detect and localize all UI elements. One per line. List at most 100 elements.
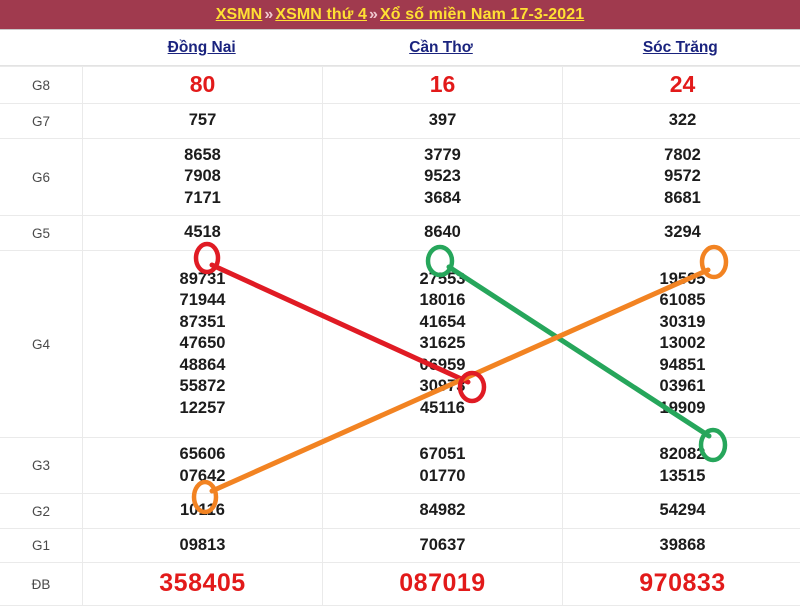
prize-label-g7: G7 (0, 104, 83, 139)
lottery-number: 07642 (83, 466, 322, 488)
lottery-results-page: XSMN»XSMN thứ 4»Xổ số miền Nam 17-3-2021… (0, 0, 800, 590)
prize-value-g2-soc-trang: 54294 (563, 494, 800, 529)
prize-value-g3-dong-nai: 65606 07642 (83, 438, 323, 494)
lottery-results-table: G8 80 16 24 G7 (0, 66, 800, 606)
prize-value-g1-dong-nai: 09813 (83, 529, 323, 563)
lottery-number: 322 (563, 110, 800, 132)
lottery-number: 24 (563, 74, 800, 96)
prize-label-db: ĐB (0, 563, 83, 606)
lottery-number: 01770 (323, 466, 562, 488)
lottery-number: 7802 (563, 145, 800, 167)
lottery-number: 087019 (323, 573, 562, 595)
prize-value-db-soc-trang: 970833 (563, 563, 800, 606)
table-row: G6 8658 7908 7171 3779 9523 3684 (0, 139, 800, 216)
prize-value-g6-can-tho: 3779 9523 3684 (323, 139, 563, 216)
title-separator-1: » (262, 6, 275, 23)
prize-value-g5-dong-nai: 4518 (83, 216, 323, 251)
lottery-number: 970833 (563, 573, 800, 595)
prize-label-g2: G2 (0, 494, 83, 529)
prize-label-g4: G4 (0, 251, 83, 438)
lottery-number: 7908 (83, 166, 322, 188)
lottery-number: 06959 (323, 355, 562, 377)
page-title-bar: XSMN»XSMN thứ 4»Xổ số miền Nam 17-3-2021 (0, 0, 800, 30)
number-stack: 757 (83, 110, 322, 132)
number-stack: 54294 (563, 500, 800, 522)
lottery-number: 397 (323, 110, 562, 132)
lottery-number: 65606 (83, 444, 322, 466)
prize-value-g8-soc-trang: 24 (563, 67, 800, 104)
lottery-number: 39868 (563, 535, 800, 557)
lottery-number: 84982 (323, 500, 562, 522)
lottery-number: 16 (323, 74, 562, 96)
lottery-number: 13002 (563, 333, 800, 355)
prize-value-g7-dong-nai: 757 (83, 104, 323, 139)
prize-value-g5-soc-trang: 3294 (563, 216, 800, 251)
lottery-number: 8658 (83, 145, 322, 167)
prize-label-g3: G3 (0, 438, 83, 494)
title-link-xsmn-thu-4[interactable]: XSMN thứ 4 (275, 6, 367, 23)
province-link-dong-nai[interactable]: Đồng Nai (82, 39, 321, 57)
number-stack: 397 (323, 110, 562, 132)
number-stack: 09813 (83, 535, 322, 557)
table-row: G1 09813 70637 39868 (0, 529, 800, 563)
lottery-number: 80 (83, 74, 322, 96)
prize-label-g1: G1 (0, 529, 83, 563)
lottery-number: 13515 (563, 466, 800, 488)
prize-value-g6-dong-nai: 8658 7908 7171 (83, 139, 323, 216)
province-link-soc-trang[interactable]: Sóc Trăng (561, 39, 800, 57)
title-link-xsmn[interactable]: XSMN (216, 6, 263, 23)
lottery-number: 7171 (83, 188, 322, 210)
lottery-number: 3779 (323, 145, 562, 167)
lottery-number: 70637 (323, 535, 562, 557)
number-stack: 67051 01770 (323, 444, 562, 487)
lottery-number: 67051 (323, 444, 562, 466)
lottery-number: 47650 (83, 333, 322, 355)
lottery-number: 358405 (83, 573, 322, 595)
lottery-number: 03961 (563, 376, 800, 398)
prize-value-g5-can-tho: 8640 (323, 216, 563, 251)
lottery-number: 12257 (83, 398, 322, 420)
prize-value-g7-can-tho: 397 (323, 104, 563, 139)
lottery-number: 41654 (323, 312, 562, 334)
number-stack: 80 (83, 74, 322, 96)
title-separator-2: » (367, 6, 380, 23)
page-title: XSMN»XSMN thứ 4»Xổ số miền Nam 17-3-2021 (216, 6, 585, 24)
number-stack: 27553 18016 41654 31625 06959 30973 4511… (323, 269, 562, 420)
prize-value-g4-soc-trang: 19595 61085 30319 13002 94851 03961 1990… (563, 251, 800, 438)
prize-value-g1-can-tho: 70637 (323, 529, 563, 563)
prize-value-g4-can-tho: 27553 18016 41654 31625 06959 30973 4511… (323, 251, 563, 438)
number-stack: 3294 (563, 222, 800, 244)
lottery-number: 45116 (323, 398, 562, 420)
number-stack: 39868 (563, 535, 800, 557)
lottery-number: 09813 (83, 535, 322, 557)
title-link-xo-so-mien-nam-date[interactable]: Xổ số miền Nam 17-3-2021 (380, 6, 584, 23)
number-stack: 24 (563, 74, 800, 96)
prize-value-db-can-tho: 087019 (323, 563, 563, 606)
prize-label-g6: G6 (0, 139, 83, 216)
lottery-number: 4518 (83, 222, 322, 244)
prize-value-g2-dong-nai: 10116 (83, 494, 323, 529)
number-stack: 4518 (83, 222, 322, 244)
prize-value-g2-can-tho: 84982 (323, 494, 563, 529)
lottery-number: 19909 (563, 398, 800, 420)
number-stack: 65606 07642 (83, 444, 322, 487)
province-header-row: Đồng Nai Cần Thơ Sóc Trăng (0, 30, 800, 66)
number-stack: 82082 13515 (563, 444, 800, 487)
lottery-number: 54294 (563, 500, 800, 522)
lottery-number: 89731 (83, 269, 322, 291)
prize-value-g1-soc-trang: 39868 (563, 529, 800, 563)
number-stack: 8658 7908 7171 (83, 145, 322, 210)
lottery-number: 48864 (83, 355, 322, 377)
province-link-can-tho[interactable]: Cần Thơ (321, 39, 560, 57)
number-stack: 16 (323, 74, 562, 96)
prize-value-db-dong-nai: 358405 (83, 563, 323, 606)
lottery-number: 71944 (83, 290, 322, 312)
lottery-number: 27553 (323, 269, 562, 291)
number-stack: 8640 (323, 222, 562, 244)
lottery-number: 757 (83, 110, 322, 132)
lottery-number: 94851 (563, 355, 800, 377)
table-row: G2 10116 84982 54294 (0, 494, 800, 529)
number-stack: 10116 (83, 500, 322, 522)
number-stack: 322 (563, 110, 800, 132)
number-stack: 970833 (563, 573, 800, 595)
